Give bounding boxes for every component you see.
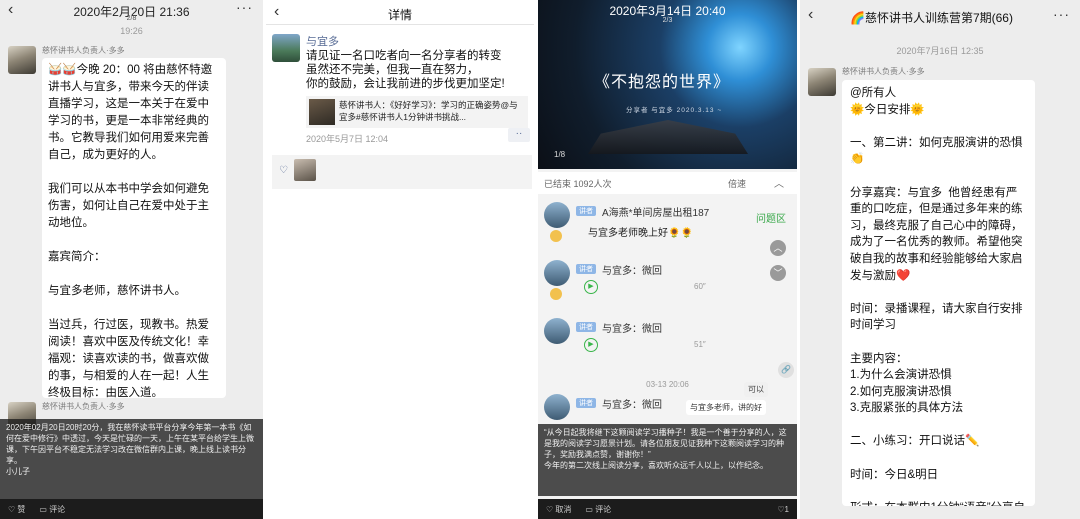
sender-name: 慈怀讲书人负责人·多多 (42, 402, 125, 411)
moment-caption: “从今日起我将继下这颗阅读学习播种子！我是一个善于分享的人，这是我的阅读学习愿景… (538, 424, 797, 496)
comment-label: 评论 (595, 504, 612, 514)
medal-icon (550, 230, 562, 242)
likes-area: ♡ (272, 155, 532, 189)
message-time: 19:26 (120, 26, 143, 36)
speed-button[interactable]: 倍速 (728, 177, 746, 190)
status-bar: 已结束 1092人次 倍速 ︿ (538, 172, 797, 194)
post-date: 2020年5月7日 12:04 (306, 134, 389, 144)
slide-indicator: 1/8 (554, 150, 566, 159)
message-bubble[interactable]: 🥁🥁今晚 20：00 将由慈怀特邀讲书人与宜多，带来今天的伴读直播学习，这是一本… (42, 58, 226, 399)
heart-icon: ♡ (279, 165, 288, 176)
like-button[interactable]: ♡ 赞 (8, 504, 25, 515)
avatar[interactable] (808, 68, 836, 96)
live-status: 已结束 1092人次 (544, 179, 612, 189)
sender-name: 慈怀讲书人负责人·多多 (842, 67, 925, 76)
message-time: 2020年7月16日 12:35 (896, 46, 984, 56)
link-title: 慈怀讲书人：《好好学习》：学习的正确姿势@与宜多#慈怀讲书人1分钟讲书挑战... (339, 100, 518, 122)
more-actions-button[interactable]: ·· (508, 128, 530, 142)
sender-name: 慈怀讲书人负责人·多多 (42, 46, 125, 55)
medal-icon (550, 288, 562, 300)
speaker-badge: 讲者 (576, 264, 596, 274)
avatar[interactable] (544, 394, 570, 420)
like-label: 赞 (17, 504, 26, 514)
chat-screenshot-panel-1: ‹ 2020年2月20日 21:36 2/8 ··· 19:26 慈怀讲书人负责… (0, 0, 263, 519)
cancel-label: 取消 (555, 504, 572, 514)
moment-action-bar: ♡ 赞 ▭ 评论 (0, 499, 263, 519)
cover-image: 2020年3月14日 20:40 2/3 《不抱怨的世界》 分享者 与宜多 20… (538, 0, 797, 169)
back-icon[interactable]: ‹ (808, 6, 813, 24)
avatar[interactable] (272, 34, 300, 62)
more-icon[interactable]: ··· (1053, 6, 1070, 22)
group-title: 🌈慈怀讲书人训练营第7期(66) (850, 11, 1013, 25)
shared-link-card[interactable]: 慈怀讲书人：《好好学习》：学习的正确姿势@与宜多#慈怀讲书人1分钟讲书挑战... (306, 96, 528, 128)
page-indicator: 2/3 (662, 17, 673, 24)
moment-detail-panel: ‹ 详情 与宜多 请见证一名口吃者向一名分享者的转变 虽然还不完美，但我一直在努… (266, 0, 534, 519)
author-name[interactable]: 与宜多 (306, 33, 339, 49)
comment-tag: 与宜多老师，讲的好 (686, 400, 766, 415)
voice-duration: 60″ (694, 282, 706, 291)
play-voice-icon[interactable]: ▶ (584, 280, 598, 294)
comment-button[interactable]: ▭ 评论 (585, 504, 611, 515)
link-icon[interactable]: 🔗 (778, 362, 794, 378)
comment-button[interactable]: ▭ 评论 (39, 504, 65, 515)
speaker-badge: 讲者 (576, 206, 596, 216)
avatar[interactable] (544, 318, 570, 344)
divider (266, 24, 534, 25)
like-count-value: 1 (784, 504, 789, 514)
post-text: 请见证一名口吃者向一名分享者的转变 虽然还不完美，但我一直在努力， 你的鼓励，会… (306, 50, 505, 90)
link-thumbnail (309, 99, 335, 125)
book-icon (588, 120, 748, 154)
list-item: 讲者 与宜多：微回 ▶ 51″ (544, 318, 792, 362)
liker-avatar[interactable] (294, 159, 316, 181)
page-indicator: 2/8 (126, 15, 137, 22)
speaker-badge: 讲者 (576, 398, 596, 408)
speaker-name: 与宜多：微回 (602, 324, 662, 335)
book-title: 《不抱怨的世界》 (594, 72, 731, 91)
group-chat-panel: ‹ 🌈慈怀讲书人训练营第7期(66) ··· 2020年7月16日 12:35 … (800, 0, 1080, 519)
page-title: 详情 (387, 8, 412, 22)
message-text: 与宜多老师晚上好🌻🌻 (588, 228, 693, 239)
message-bubble[interactable]: @所有人 🌞今日安排🌞 一、第二讲：如何克服演讲的恐惧👏 分享嘉宾：与宜多 他曾… (842, 80, 1035, 506)
moment-caption: 2020年02月20日20时20分，我在慈怀读书平台分享今年第一本书《如何在爱中… (0, 419, 263, 499)
speaker-name: A海燕*单间房屋出租187 (602, 208, 710, 219)
more-icon[interactable]: ··· (236, 0, 253, 15)
avatar[interactable] (8, 46, 36, 74)
cover-meta: 分享者 与宜多 2020.3.13 ~ (626, 107, 723, 114)
avatar[interactable] (544, 202, 570, 228)
live-replay-panel: 2020年3月14日 20:40 2/3 《不抱怨的世界》 分享者 与宜多 20… (538, 0, 797, 519)
avatar[interactable] (544, 260, 570, 286)
chat-header: ‹ 2020年2月20日 21:36 2/8 ··· (0, 0, 263, 22)
comment-label: 评论 (49, 504, 66, 514)
speaker-name: 与宜多：微回 (602, 266, 662, 277)
speaker-name: 与宜多：微回 (602, 400, 662, 411)
chevron-up-icon[interactable]: ︿ (774, 175, 784, 190)
list-item: 讲者 与宜多：微回 ▶ 60″ (544, 260, 792, 304)
list-item: 讲者 A海燕*单间房屋出租187 与宜多老师晚上好🌻🌻 (544, 202, 792, 246)
like-count: ♡1 (777, 504, 789, 514)
speaker-badge: 讲者 (576, 322, 596, 332)
moment-action-bar: ♡ 取消 ▭ 评论 ♡1 (538, 499, 797, 519)
play-voice-icon[interactable]: ▶ (584, 338, 598, 352)
cancel-like-button[interactable]: ♡ 取消 (546, 504, 571, 515)
voice-duration: 51″ (694, 340, 706, 349)
